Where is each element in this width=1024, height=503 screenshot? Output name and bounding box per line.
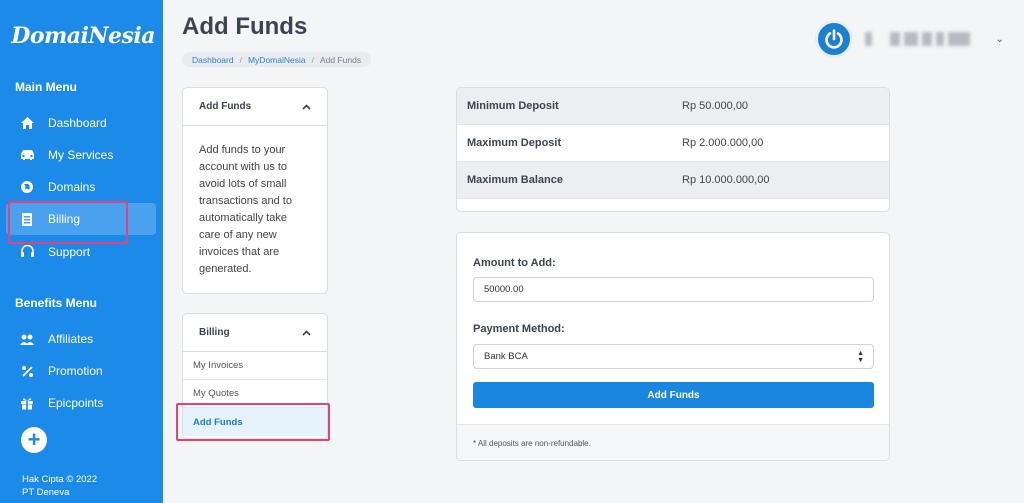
breadcrumb-dashboard[interactable]: Dashboard	[192, 55, 234, 65]
home-icon	[18, 114, 36, 132]
sidebar: DomaiNesia Main Menu Dashboard My Servic…	[0, 0, 163, 503]
sidebar-item-promotion[interactable]: Promotion	[6, 355, 156, 387]
billing-link-my-invoices[interactable]: My Invoices	[183, 352, 327, 380]
brand-name: DomaiNesia	[11, 23, 155, 49]
sidebar-item-label: Epicpoints	[48, 396, 104, 410]
add-funds-form: Amount to Add: 50000.00 Payment Method: …	[456, 232, 890, 461]
amount-label: Amount to Add:	[473, 257, 556, 269]
billing-highlight	[8, 201, 128, 244]
table-row: Maximum Deposit Rp 2.000.000,00	[457, 125, 889, 162]
sidebar-item-my-services[interactable]: My Services	[6, 139, 156, 171]
brand-logo[interactable]: DomaiNesia	[10, 14, 155, 58]
copyright-line: Hak Cipta © 2022	[22, 474, 98, 485]
add-funds-info-panel: Add Funds Add funds to your account with…	[182, 87, 328, 294]
globe-icon	[18, 178, 36, 196]
panel-title: Add Funds	[199, 101, 252, 112]
row-value: Rp 50.000,00	[682, 100, 749, 112]
panel-description: Add funds to your account with us to avo…	[199, 144, 292, 275]
table-row: Minimum Deposit Rp 50.000,00	[457, 88, 889, 125]
breadcrumb-separator: /	[311, 54, 314, 65]
sidebar-item-label: Promotion	[48, 364, 103, 378]
sidebar-item-epicpoints[interactable]: Epicpoints	[6, 387, 156, 419]
sidebar-item-label: Support	[48, 245, 91, 259]
sidebar-item-label: Dashboard	[48, 116, 107, 130]
row-value: Rp 2.000.000,00	[682, 137, 764, 149]
table-row: Maximum Balance Rp 10.000.000,00	[457, 162, 889, 199]
add-funds-highlight	[176, 403, 330, 441]
breadcrumb-separator: /	[239, 54, 242, 65]
percent-icon	[18, 362, 36, 380]
sidebar-item-domains[interactable]: Domains	[6, 171, 156, 203]
gift-icon	[18, 394, 36, 412]
panel-header[interactable]: Add Funds	[183, 88, 327, 126]
add-funds-button[interactable]: Add Funds	[473, 382, 874, 408]
sidebar-item-label: Affiliates	[48, 332, 94, 346]
row-label: Maximum Balance	[467, 174, 563, 186]
amount-input[interactable]: 50000.00	[473, 277, 874, 302]
row-label: Minimum Deposit	[467, 100, 559, 112]
select-arrows-icon: ▲ ▼	[857, 350, 864, 364]
main-menu-heading: Main Menu	[15, 80, 77, 94]
users-icon	[18, 330, 36, 348]
username-redacted	[864, 32, 970, 46]
breadcrumb-current: Add Funds	[319, 54, 362, 65]
page-title: Add Funds	[182, 13, 308, 40]
breadcrumb-mydomainesia[interactable]: MyDomaiNesia	[248, 55, 306, 65]
car-icon	[18, 146, 36, 164]
sidebar-item-label: My Services	[48, 148, 114, 162]
form-footnote: * All deposits are non-refundable.	[457, 424, 889, 460]
chevron-up-icon[interactable]	[302, 329, 311, 336]
headset-icon	[18, 243, 36, 261]
payment-method-select[interactable]: Bank BCA ▲ ▼	[473, 344, 874, 369]
deposit-limits-table: Minimum Deposit Rp 50.000,00 Maximum Dep…	[456, 87, 890, 212]
sidebar-item-label: Domains	[48, 180, 96, 194]
chevron-up-icon[interactable]	[302, 103, 311, 110]
row-label: Maximum Deposit	[467, 137, 562, 149]
chevron-down-icon[interactable]: ⌄	[996, 34, 1004, 45]
add-button[interactable]: +	[21, 427, 47, 453]
benefits-menu-heading: Benefits Menu	[15, 296, 98, 310]
payment-method-value: Bank BCA	[484, 351, 528, 362]
copyright: Hak Cipta © 2022 PT Deneva	[22, 473, 97, 499]
panel-header[interactable]: Billing	[183, 314, 327, 352]
row-value: Rp 10.000.000,00	[682, 174, 770, 186]
sidebar-item-affiliates[interactable]: Affiliates	[6, 323, 156, 355]
payment-method-label: Payment Method:	[473, 323, 565, 335]
sidebar-item-dashboard[interactable]: Dashboard	[6, 107, 156, 139]
power-avatar-icon[interactable]	[814, 20, 853, 58]
user-menu[interactable]: ⌄	[814, 20, 1004, 58]
panel-title: Billing	[199, 327, 230, 338]
breadcrumb: Dashboard / MyDomaiNesia / Add Funds	[182, 52, 372, 67]
company-name: PT Deneva	[22, 487, 70, 498]
